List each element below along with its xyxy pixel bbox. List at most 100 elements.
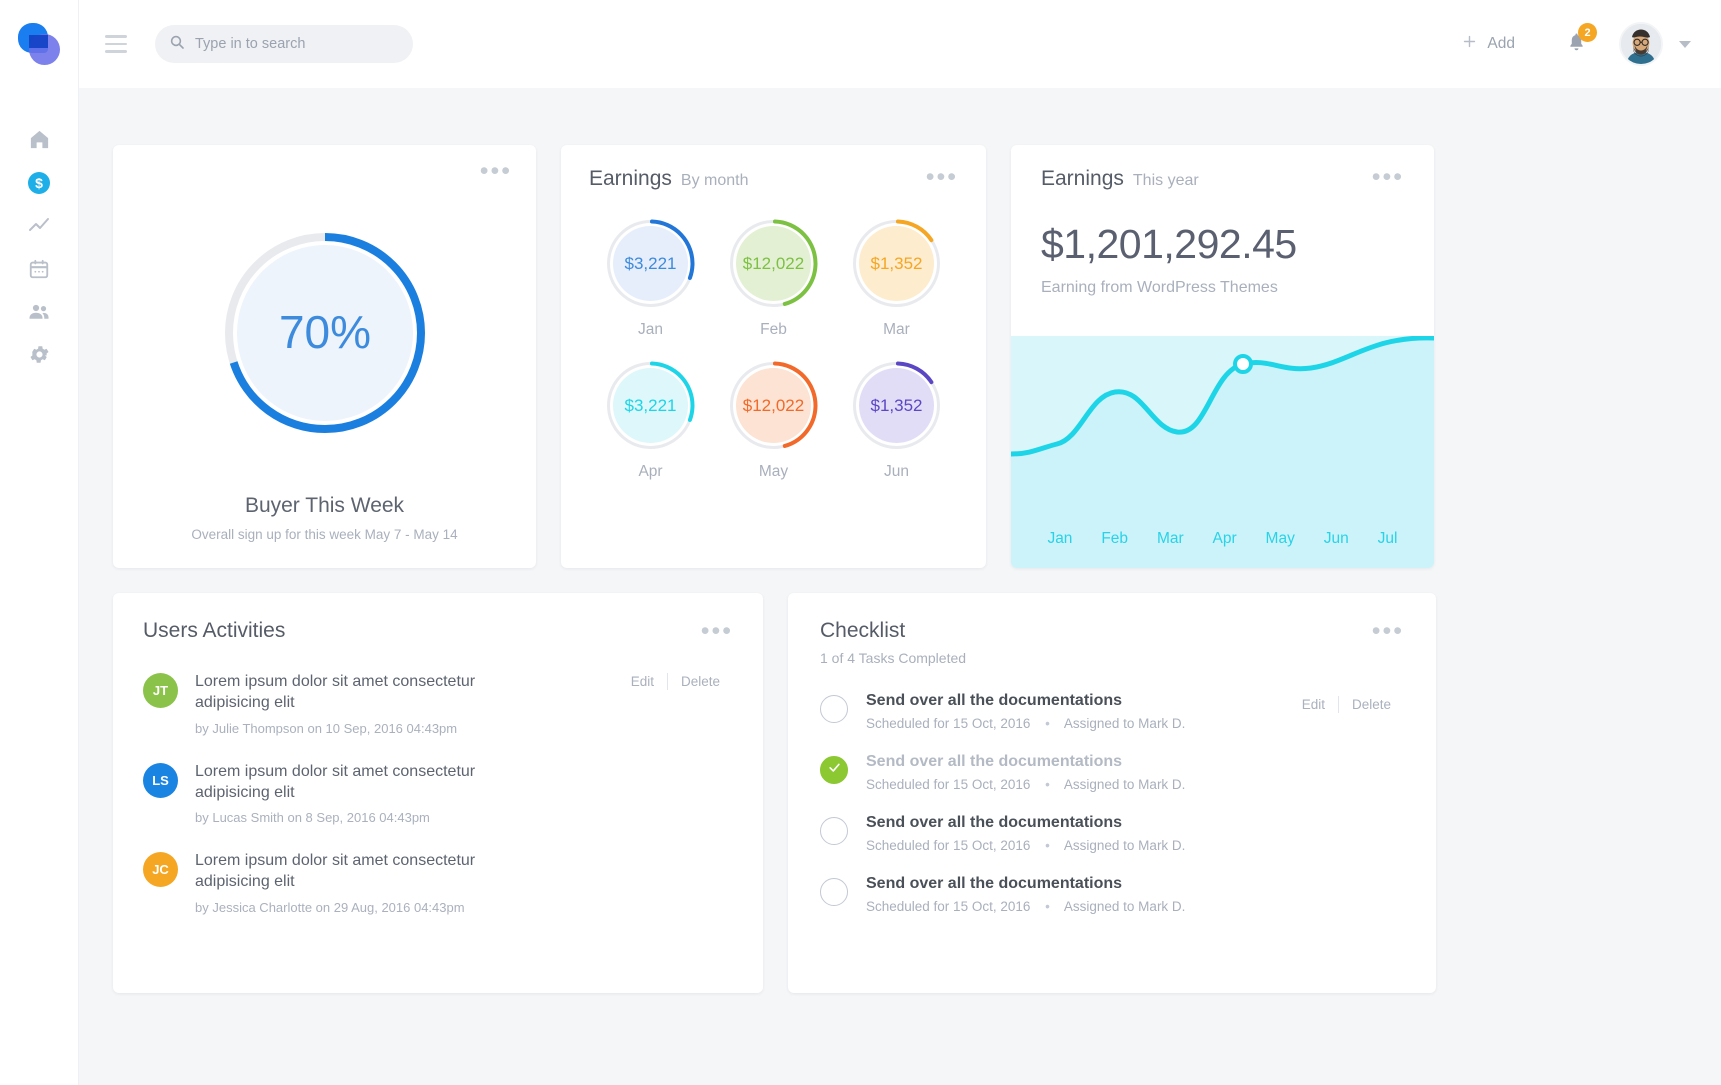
search-icon bbox=[169, 34, 185, 55]
sidebar-nav: $ bbox=[0, 118, 78, 376]
month-ring-mar[interactable]: $1,352 Mar bbox=[835, 217, 958, 339]
checklist-title: Checklist bbox=[820, 619, 905, 643]
meta-separator-dot: • bbox=[1045, 716, 1050, 731]
notifications-button[interactable]: 2 bbox=[1561, 29, 1591, 59]
task-assignee: Assigned to Mark D. bbox=[1064, 716, 1186, 731]
earnings-amount-caption: Earning from WordPress Themes bbox=[1011, 279, 1434, 297]
gear-icon bbox=[28, 343, 51, 366]
calendar-icon bbox=[28, 258, 50, 280]
month-label-mar: Mar bbox=[883, 321, 910, 339]
month-ring-feb[interactable]: $12,022 Feb bbox=[712, 217, 835, 339]
row-bottom: Users Activities ••• JT Lorem ipsum dolo… bbox=[113, 593, 1687, 993]
earnings-month-subtitle: By month bbox=[681, 172, 749, 190]
edit-link[interactable]: Edit bbox=[618, 674, 667, 689]
topbar: Add 2 bbox=[79, 0, 1721, 88]
avatar: JC bbox=[143, 852, 178, 887]
axis-label-mar[interactable]: Mar bbox=[1157, 530, 1184, 548]
list-item[interactable]: Send over all the documentations Schedul… bbox=[820, 692, 1404, 731]
sidebar-item-users[interactable] bbox=[0, 290, 78, 333]
dollar-circle-icon: $ bbox=[27, 171, 51, 195]
app-logo-icon bbox=[17, 21, 61, 67]
checkbox-task-2[interactable] bbox=[820, 756, 848, 784]
people-icon bbox=[27, 300, 51, 324]
month-value-jun: $1,352 bbox=[859, 368, 934, 443]
task-meta: Scheduled for 15 Oct, 2016 • Assigned to… bbox=[866, 838, 1185, 853]
task-assignee: Assigned to Mark D. bbox=[1064, 777, 1186, 792]
earnings-this-year-card: Earnings This year ••• $1,201,292.45 Ear… bbox=[1011, 145, 1434, 568]
month-value-may: $12,022 bbox=[736, 368, 811, 443]
topbar-actions: Add 2 bbox=[1451, 22, 1691, 66]
axis-label-jan[interactable]: Jan bbox=[1047, 530, 1072, 548]
delete-link[interactable]: Delete bbox=[1339, 697, 1404, 712]
list-item[interactable]: LS Lorem ipsum dolor sit amet consectetu… bbox=[143, 761, 733, 826]
list-item[interactable]: Send over all the documentations Schedul… bbox=[820, 753, 1404, 792]
delete-link[interactable]: Delete bbox=[668, 674, 733, 689]
checklist-more-options-icon[interactable]: ••• bbox=[1372, 627, 1404, 635]
svg-text:$: $ bbox=[35, 175, 43, 191]
activity-byline: by Jessica Charlotte on 29 Aug, 2016 04:… bbox=[195, 900, 505, 915]
search-box[interactable] bbox=[155, 25, 413, 63]
donut-chart: 70% bbox=[137, 171, 512, 494]
chevron-down-icon[interactable] bbox=[1679, 41, 1691, 48]
buyer-card-title: Buyer This Week bbox=[137, 494, 512, 518]
meta-separator-dot: • bbox=[1045, 777, 1050, 792]
sidebar-item-analytics[interactable] bbox=[0, 204, 78, 247]
sidebar-item-earnings[interactable]: $ bbox=[0, 161, 78, 204]
earnings-year-title: Earnings bbox=[1041, 167, 1124, 191]
sidebar-item-home[interactable] bbox=[0, 118, 78, 161]
month-ring-may[interactable]: $12,022 May bbox=[712, 359, 835, 481]
task-scheduled: Scheduled for 15 Oct, 2016 bbox=[866, 899, 1030, 914]
home-icon bbox=[28, 128, 51, 151]
month-ring-jan[interactable]: $3,221 Jan bbox=[589, 217, 712, 339]
axis-label-may[interactable]: May bbox=[1266, 530, 1295, 548]
earnings-month-more-options-icon[interactable]: ••• bbox=[926, 173, 958, 181]
task-meta: Scheduled for 15 Oct, 2016 • Assigned to… bbox=[866, 777, 1185, 792]
checkbox-task-4[interactable] bbox=[820, 878, 848, 906]
task-title: Send over all the documentations bbox=[866, 692, 1185, 710]
axis-label-feb[interactable]: Feb bbox=[1101, 530, 1128, 548]
month-ring-jun[interactable]: $1,352 Jun bbox=[835, 359, 958, 481]
user-avatar[interactable] bbox=[1619, 22, 1663, 66]
month-ring-apr[interactable]: $3,221 Apr bbox=[589, 359, 712, 481]
buyer-card-subtitle: Overall sign up for this week May 7 - Ma… bbox=[137, 527, 512, 542]
axis-label-apr[interactable]: Apr bbox=[1213, 530, 1237, 548]
users-activities-more-options-icon[interactable]: ••• bbox=[701, 627, 733, 635]
activity-text: Lorem ipsum dolor sit amet consectetur a… bbox=[195, 671, 505, 714]
dashboard-content: ••• 70% Buyer This Week Overall sign up … bbox=[79, 88, 1721, 1085]
list-item[interactable]: Send over all the documentations Schedul… bbox=[820, 814, 1404, 853]
list-item[interactable]: Send over all the documentations Schedul… bbox=[820, 875, 1404, 914]
axis-label-jul[interactable]: Jul bbox=[1378, 530, 1398, 548]
month-value-jan: $3,221 bbox=[613, 226, 688, 301]
checkbox-task-1[interactable] bbox=[820, 695, 848, 723]
task-title: Send over all the documentations bbox=[866, 814, 1185, 832]
checklist-progress: 1 of 4 Tasks Completed bbox=[820, 650, 1404, 666]
activity-text: Lorem ipsum dolor sit amet consectetur a… bbox=[195, 761, 505, 804]
edit-link[interactable]: Edit bbox=[1289, 697, 1338, 712]
check-icon bbox=[827, 760, 842, 780]
sidebar-item-calendar[interactable] bbox=[0, 247, 78, 290]
add-button-label: Add bbox=[1487, 35, 1515, 53]
notification-badge: 2 bbox=[1578, 23, 1597, 42]
month-value-apr: $3,221 bbox=[613, 368, 688, 443]
sidebar-item-settings[interactable] bbox=[0, 333, 78, 376]
search-input[interactable] bbox=[195, 36, 399, 52]
task-title: Send over all the documentations bbox=[866, 753, 1185, 771]
month-label-jun: Jun bbox=[884, 463, 909, 481]
activity-byline: by Lucas Smith on 8 Sep, 2016 04:43pm bbox=[195, 810, 505, 825]
month-rings-grid: $3,221 Jan $12,022 bbox=[589, 217, 958, 481]
hamburger-icon[interactable] bbox=[101, 28, 133, 60]
add-button[interactable]: Add bbox=[1451, 27, 1525, 61]
task-scheduled: Scheduled for 15 Oct, 2016 bbox=[866, 838, 1030, 853]
list-item[interactable]: JC Lorem ipsum dolor sit amet consectetu… bbox=[143, 850, 733, 915]
month-label-feb: Feb bbox=[760, 321, 787, 339]
month-label-apr: Apr bbox=[638, 463, 662, 481]
avatar: LS bbox=[143, 763, 178, 798]
checkbox-task-3[interactable] bbox=[820, 817, 848, 845]
logo-container[interactable] bbox=[0, 0, 78, 88]
earnings-by-month-card: Earnings By month ••• $3,221 bbox=[561, 145, 986, 568]
list-item[interactable]: JT Lorem ipsum dolor sit amet consectetu… bbox=[143, 671, 733, 736]
users-activities-card: Users Activities ••• JT Lorem ipsum dolo… bbox=[113, 593, 763, 993]
axis-label-jun[interactable]: Jun bbox=[1324, 530, 1349, 548]
area-chart-marker bbox=[1235, 356, 1251, 372]
earnings-year-more-options-icon[interactable]: ••• bbox=[1372, 173, 1404, 181]
